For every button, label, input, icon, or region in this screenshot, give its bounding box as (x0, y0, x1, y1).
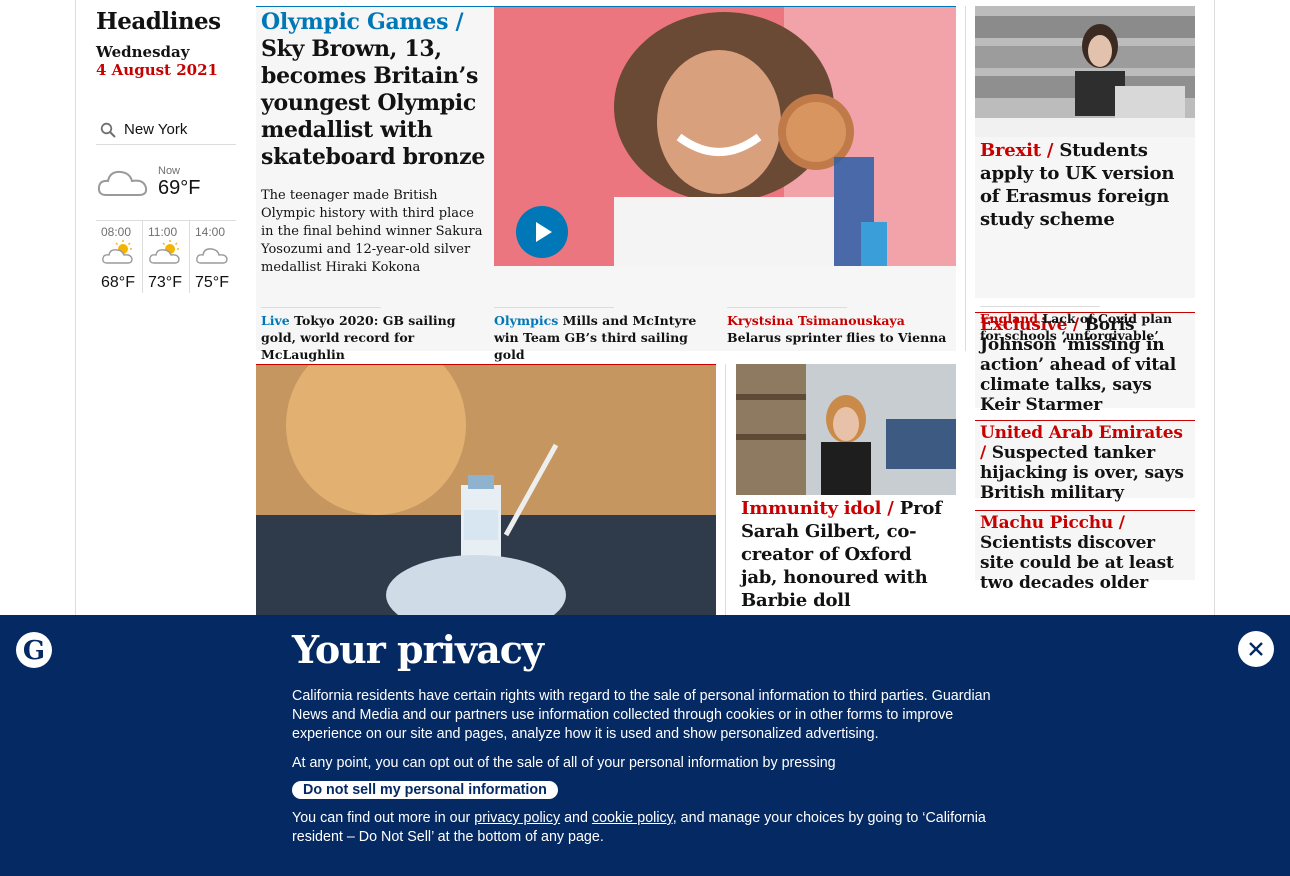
divider (965, 6, 966, 351)
privacy-banner: G Your privacy California residents have… (0, 615, 1290, 876)
privacy-text-a: You can find out more in our (292, 810, 471, 826)
top-story-standfirst: The teenager made British Olympic histor… (261, 188, 483, 275)
close-icon (1249, 642, 1263, 656)
search-icon (100, 122, 116, 138)
top-story-headline[interactable]: Olympic Games / Sky Brown, 13, becomes B… (261, 9, 486, 171)
sublink[interactable]: Krystsina Tsimanouskaya Belarus sprinter… (727, 307, 950, 363)
forecast-time: 11:00 (148, 225, 178, 239)
weekday: Wednesday (96, 43, 190, 61)
sublink[interactable]: Live Tokyo 2020: GB sailing gold, world … (261, 307, 484, 363)
do-not-sell-button[interactable]: Do not sell my personal information (292, 781, 558, 799)
vaccine-photo (256, 365, 716, 624)
now-label: Now (158, 165, 181, 177)
sublink[interactable]: Olympics Mills and McIntyre win Team GB’… (494, 307, 717, 363)
england-link[interactable]: England Lack of Covid plan for schools ‘… (980, 310, 1185, 344)
svg-text:G: G (23, 636, 45, 666)
uae-card[interactable]: United Arab Emirates / Suspected tanker … (975, 420, 1195, 503)
vaccine-image[interactable] (256, 364, 716, 624)
scientist-photo (736, 364, 956, 495)
top-story-sublinks: Live Tokyo 2020: GB sailing gold, world … (261, 307, 956, 363)
privacy-body: California residents have certain rights… (292, 687, 1002, 857)
now-temperature: 69°F (158, 177, 201, 199)
close-button[interactable] (1238, 631, 1274, 667)
top-story-image[interactable] (494, 7, 956, 266)
privacy-title: Your privacy (292, 627, 544, 672)
cloud-icon (196, 248, 228, 264)
top-story-title: Sky Brown, 13, becomes Britain’s younges… (261, 36, 486, 170)
top-story-card[interactable]: Olympic Games / Sky Brown, 13, becomes B… (256, 6, 956, 362)
sublink-text: Tokyo 2020: GB sailing gold, world recor… (261, 313, 456, 362)
sublink-kicker: Live (261, 313, 290, 328)
forecast-temp: 68°F (101, 274, 135, 291)
location-name: New York (124, 121, 188, 138)
uae-title: Suspected tanker hijacking is over, says… (980, 443, 1184, 503)
sublink-kicker: Olympics (494, 313, 559, 328)
divider (261, 307, 381, 308)
brexit-headline: Brexit / Students apply to UK version of… (980, 139, 1190, 231)
machu-kicker: Machu Picchu / (980, 513, 1125, 533)
student-photo (975, 6, 1195, 137)
machu-headline: Machu Picchu / Scientists discover site … (980, 513, 1190, 593)
forecast-item: 14:00 75°F (190, 221, 236, 293)
guardian-g-icon: G (23, 636, 45, 666)
sublink-kicker: Krystsina Tsimanouskaya (727, 313, 905, 328)
divider (727, 307, 847, 308)
privacy-paragraph-3: You can find out more in our privacy pol… (292, 809, 1002, 847)
gilbert-kicker: Immunity idol / (741, 498, 894, 519)
privacy-policy-link[interactable]: privacy policy (474, 810, 560, 826)
section-title: Headlines (96, 8, 221, 35)
play-icon (536, 222, 552, 242)
top-story-text: Olympic Games / Sky Brown, 13, becomes B… (261, 9, 486, 277)
divider (725, 364, 726, 624)
privacy-text-and: and (564, 810, 588, 826)
cloud-icon (97, 170, 148, 196)
privacy-paragraph-2: At any point, you can opt out of the sal… (292, 755, 836, 771)
uae-headline: United Arab Emirates / Suspected tanker … (980, 423, 1190, 503)
machu-title: Scientists discover site could be at lea… (980, 533, 1174, 593)
divider (980, 306, 1100, 307)
location-search[interactable]: New York (96, 115, 236, 145)
brexit-card[interactable]: Brexit / Students apply to UK version of… (975, 137, 1195, 343)
machu-card[interactable]: Machu Picchu / Scientists discover site … (975, 510, 1195, 593)
brexit-kicker: Brexit / (980, 140, 1054, 161)
gilbert-headline: Immunity idol / Prof Sarah Gilbert, co-c… (741, 497, 951, 612)
england-kicker: England (980, 311, 1039, 326)
gilbert-image[interactable] (736, 364, 956, 495)
brexit-image[interactable] (975, 6, 1195, 137)
forecast-time: 14:00 (195, 225, 226, 239)
forecast-temp: 75°F (195, 274, 229, 291)
right-column: Brexit / Students apply to UK version of… (975, 6, 1195, 593)
divider (494, 307, 614, 308)
privacy-paragraph-1: California residents have certain rights… (292, 688, 991, 742)
sublink-text: Belarus sprinter flies to Vienna (727, 330, 947, 345)
sidebar: Headlines Wednesday 4 August 2021 New Yo… (96, 0, 236, 293)
partly-cloudy-icon (149, 240, 180, 264)
top-story-kicker: Olympic Games / (261, 9, 464, 35)
weather-forecast: 08:00 68°F 11:00 73°F 14:00 75°F (96, 221, 236, 293)
guardian-logo: G (16, 632, 52, 668)
forecast-temp: 73°F (148, 274, 182, 291)
cookie-policy-link[interactable]: cookie policy (592, 810, 673, 826)
forecast-item: 08:00 68°F (96, 221, 143, 293)
weather-now: Now 69°F (96, 145, 236, 221)
date: 4 August 2021 (96, 61, 218, 79)
play-button[interactable] (516, 206, 568, 258)
gilbert-card[interactable]: Immunity idol / Prof Sarah Gilbert, co-c… (736, 364, 956, 614)
partly-cloudy-icon (102, 240, 133, 264)
forecast-item: 11:00 73°F (143, 221, 190, 293)
forecast-time: 08:00 (101, 225, 132, 239)
